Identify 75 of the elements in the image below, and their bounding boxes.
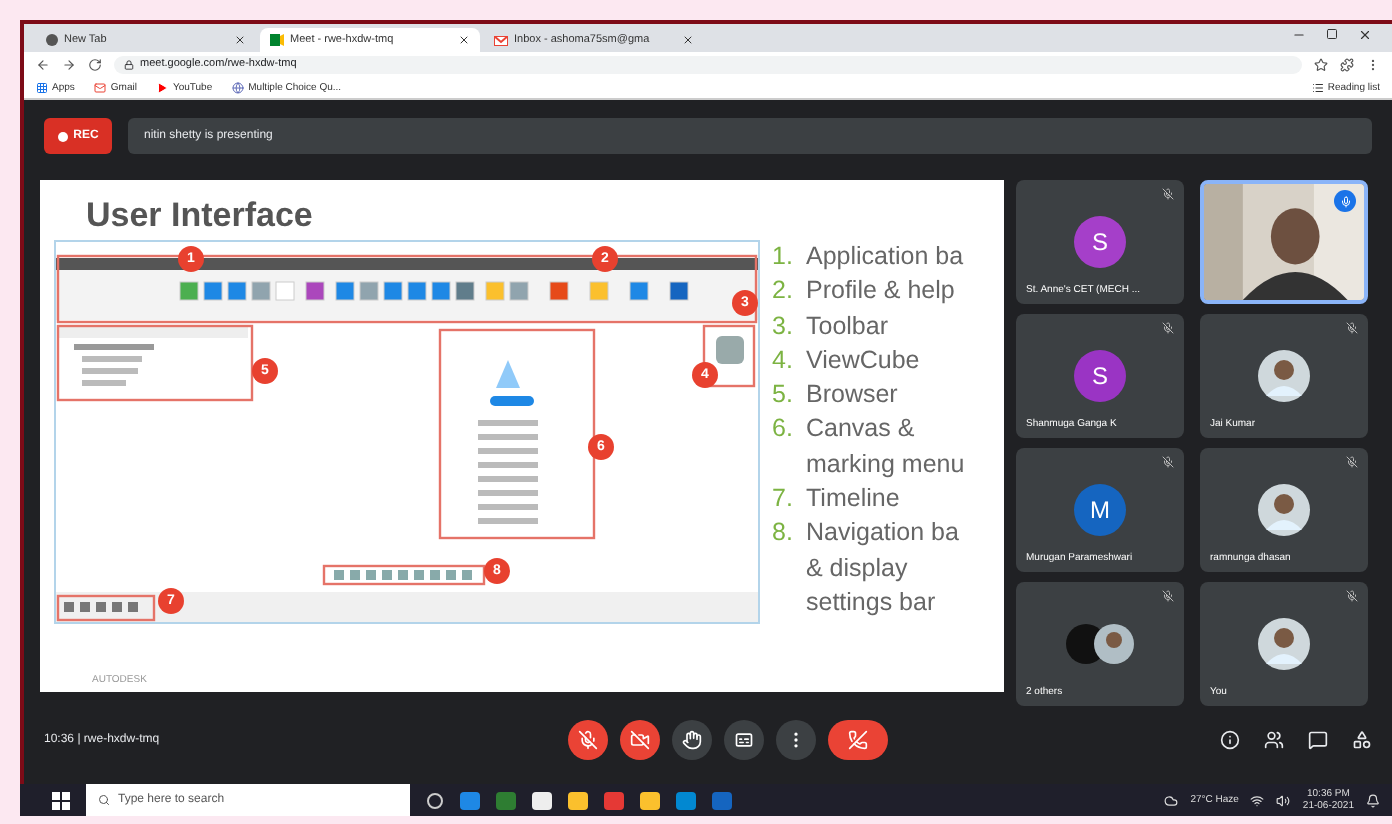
phone-off-icon — [848, 730, 868, 750]
meet-icon — [270, 34, 284, 46]
camera-off-icon — [630, 730, 650, 750]
reload-icon[interactable] — [88, 57, 102, 71]
windows-icon[interactable] — [52, 791, 70, 809]
close-tab-icon[interactable] — [234, 34, 246, 46]
notifications-icon[interactable] — [1366, 793, 1380, 807]
list-text: ViewCube — [806, 343, 920, 378]
people-icon[interactable] — [1264, 730, 1284, 750]
mic-off-icon — [1346, 322, 1358, 334]
maximize-icon[interactable] — [1326, 28, 1338, 40]
list-text: marking menu — [806, 447, 965, 482]
avatar: S — [1074, 350, 1126, 402]
mic-off-icon — [1162, 456, 1174, 468]
list-number: 3. — [772, 309, 795, 344]
avatar-icon — [1258, 484, 1310, 536]
play-icon — [156, 81, 169, 93]
list-number: 8. — [772, 516, 795, 551]
extensions-icon[interactable] — [1340, 57, 1354, 71]
mic-off-icon — [1346, 590, 1358, 602]
list-text: Application ba — [806, 240, 964, 274]
volume-icon[interactable] — [1276, 793, 1291, 807]
list-icon — [1311, 81, 1324, 93]
list-number: 6. — [772, 412, 795, 447]
close-tab-icon[interactable] — [458, 34, 470, 46]
list-text: settings bar — [806, 585, 938, 620]
raise-hand-button[interactable] — [672, 720, 712, 760]
close-icon[interactable] — [1358, 28, 1372, 42]
activities-icon[interactable] — [1352, 730, 1372, 750]
slide-title: User Interface — [86, 196, 315, 238]
list-number: 4. — [772, 343, 795, 378]
end-call-button[interactable] — [828, 720, 888, 760]
list-number: 2. — [772, 274, 795, 309]
captions-icon — [734, 730, 754, 750]
menu-icon[interactable] — [1366, 57, 1380, 71]
camera-off-button[interactable] — [620, 720, 660, 760]
mail-icon — [494, 35, 508, 45]
forward-icon[interactable] — [62, 57, 76, 71]
lock-icon — [124, 59, 134, 69]
weather-icon — [1164, 793, 1179, 807]
mic-off-icon — [1346, 456, 1358, 468]
avatar: M — [1074, 484, 1126, 536]
hand-icon — [682, 730, 702, 750]
list-text: Profile & help — [806, 274, 955, 309]
close-tab-icon[interactable] — [682, 34, 694, 46]
avatar-icon — [1258, 618, 1310, 670]
avatar: S — [1074, 216, 1126, 268]
more-options-button[interactable] — [776, 720, 816, 760]
list-text: Canvas & — [806, 412, 917, 447]
list-text: Toolbar — [806, 309, 888, 344]
list-number: 7. — [772, 482, 795, 517]
list-number: 1. — [772, 240, 795, 274]
task-view-icon[interactable] — [426, 791, 444, 809]
captions-button[interactable] — [724, 720, 764, 760]
apps-icon — [36, 81, 48, 93]
list-text: & display — [806, 551, 910, 586]
bookmark-icon[interactable] — [1314, 57, 1328, 71]
mic-off-icon — [1162, 188, 1174, 200]
mic-off-icon — [1162, 322, 1174, 334]
search-icon — [98, 794, 110, 806]
list-text: Timeline — [806, 482, 900, 517]
minimize-icon[interactable] — [1292, 28, 1306, 42]
back-icon[interactable] — [36, 57, 50, 71]
mail-icon — [94, 81, 107, 93]
chat-icon[interactable] — [1308, 730, 1328, 750]
mic-off-icon — [1162, 590, 1174, 602]
list-number: 5. — [772, 378, 795, 413]
list-text: Navigation ba — [806, 516, 959, 551]
avatar-icon — [1258, 350, 1310, 402]
mic-off-icon — [578, 730, 598, 750]
avatars-icon — [1066, 624, 1134, 664]
wifi-icon[interactable] — [1250, 793, 1265, 807]
mic-off-button[interactable] — [568, 720, 608, 760]
list-text: Browser — [806, 378, 898, 413]
info-icon[interactable] — [1220, 730, 1240, 750]
